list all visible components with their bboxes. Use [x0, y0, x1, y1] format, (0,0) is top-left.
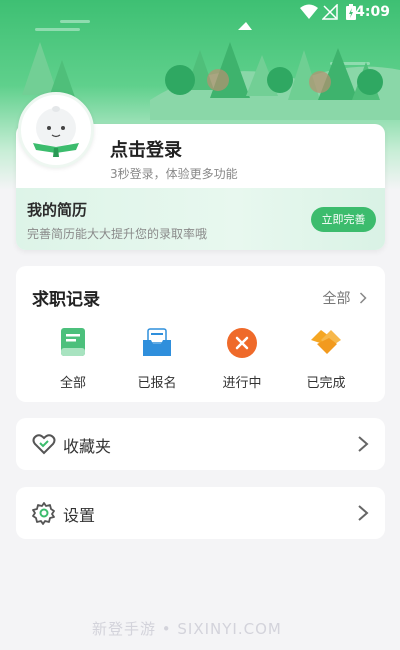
inbox-icon [143, 328, 171, 356]
chevron-right-icon [358, 505, 369, 521]
wifi-icon [300, 4, 318, 19]
resume-title: 我的简历 [27, 201, 88, 219]
job-filter-all[interactable]: 全部 [43, 326, 103, 391]
watermark: 新登手游 • SIXINYI.COM [92, 620, 282, 638]
job-filter-applied[interactable]: 已报名 [127, 326, 187, 391]
job-records-title-prefix: 求 [32, 290, 49, 310]
job-records-title-rest: 职记录 [49, 290, 100, 310]
login-subtitle: 3秒登录，体验更多功能 [110, 167, 238, 181]
no-signal-icon [322, 4, 338, 20]
settings-row[interactable]: 设置 [16, 487, 385, 539]
document-icon [61, 328, 85, 356]
avatar[interactable] [18, 92, 94, 168]
chevron-right-icon [358, 436, 369, 452]
status-time: 4:09 [355, 4, 390, 20]
mascot-avatar-icon [33, 106, 79, 157]
complete-resume-button[interactable]: 立即完善 [311, 207, 376, 232]
job-records-title: 求职记录 [32, 285, 100, 310]
job-records-all-link[interactable]: 全部 [323, 288, 367, 308]
handshake-icon [311, 330, 341, 354]
favorites-label: 收藏夹 [63, 437, 112, 456]
chevron-right-icon [359, 292, 367, 304]
job-records-all-label: 全部 [322, 291, 351, 307]
gear-icon [32, 502, 55, 525]
in-progress-icon [227, 328, 257, 358]
favorites-row[interactable]: 收藏夹 [16, 418, 385, 470]
job-records-card: 求职记录 全部 全部 已报名 进行中 已完成 [16, 266, 385, 402]
heart-icon [32, 434, 56, 455]
settings-label: 设置 [63, 506, 96, 525]
job-filter-completed[interactable]: 已完成 [296, 326, 356, 391]
job-filter-applied-label: 已报名 [137, 376, 177, 391]
job-filter-completed-label: 已完成 [306, 376, 346, 391]
login-title[interactable]: 点击登录 [110, 136, 182, 162]
status-bar: 4:09 [0, 0, 400, 26]
job-filter-all-label: 全部 [59, 376, 86, 391]
job-filter-in-progress-label: 进行中 [222, 376, 262, 391]
resume-subtitle: 完善简历能大大提升您的录取率哦 [27, 227, 208, 241]
job-filter-in-progress[interactable]: 进行中 [212, 326, 272, 391]
